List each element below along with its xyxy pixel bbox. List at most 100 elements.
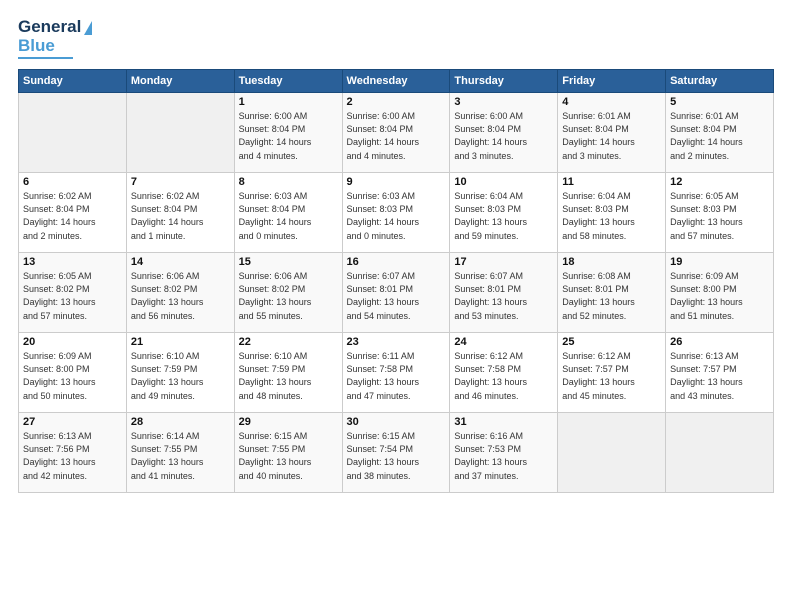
- day-number: 2: [347, 96, 446, 108]
- weekday-header-saturday: Saturday: [666, 70, 774, 93]
- day-info: Sunrise: 6:14 AM Sunset: 7:55 PM Dayligh…: [131, 430, 230, 482]
- day-info: Sunrise: 6:16 AM Sunset: 7:53 PM Dayligh…: [454, 430, 553, 482]
- day-number: 29: [239, 416, 338, 428]
- day-number: 15: [239, 256, 338, 268]
- day-number: 30: [347, 416, 446, 428]
- day-info: Sunrise: 6:02 AM Sunset: 8:04 PM Dayligh…: [131, 190, 230, 242]
- day-cell: 31Sunrise: 6:16 AM Sunset: 7:53 PM Dayli…: [450, 413, 558, 493]
- day-info: Sunrise: 6:00 AM Sunset: 8:04 PM Dayligh…: [239, 110, 338, 162]
- day-number: 23: [347, 336, 446, 348]
- day-info: Sunrise: 6:15 AM Sunset: 7:54 PM Dayligh…: [347, 430, 446, 482]
- day-number: 4: [562, 96, 661, 108]
- day-cell: 14 Sunrise: 6:06 AM Sunset: 8:02 PM Dayli…: [126, 253, 234, 333]
- day-info: Sunrise: 6:11 AM Sunset: 7:58 PM Dayligh…: [347, 350, 446, 402]
- day-cell: [666, 413, 774, 493]
- day-cell: 17 Sunrise: 6:07 AM Sunset: 8:01 PM Dayli…: [450, 253, 558, 333]
- day-cell: 2Sunrise: 6:00 AM Sunset: 8:04 PM Daylig…: [342, 93, 450, 173]
- day-number: 11: [562, 176, 661, 188]
- day-cell: 9 Sunrise: 6:03 AM Sunset: 8:03 PM Daylig…: [342, 173, 450, 253]
- day-cell: 16Sunrise: 6:07 AM Sunset: 8:01 PM Dayli…: [342, 253, 450, 333]
- weekday-header-friday: Friday: [558, 70, 666, 93]
- day-info: Sunrise: 6:04 AM Sunset: 8:03 PM Dayligh…: [562, 190, 661, 242]
- day-info: Sunrise: 6:08 AM Sunset: 8:01 PM Dayligh…: [562, 270, 661, 322]
- day-info: Sunrise: 6:07 AM Sunset: 8:01 PM Dayligh…: [454, 270, 553, 322]
- day-cell: 22Sunrise: 6:10 AM Sunset: 7:59 PM Dayli…: [234, 333, 342, 413]
- day-info: Sunrise: 6:15 AM Sunset: 7:55 PM Dayligh…: [239, 430, 338, 482]
- day-info: Sunrise: 6:03 AM Sunset: 8:04 PM Dayligh…: [239, 190, 338, 242]
- day-number: 19: [670, 256, 769, 268]
- day-info: Sunrise: 6:12 AM Sunset: 7:58 PM Dayligh…: [454, 350, 553, 402]
- day-cell: 25 Sunrise: 6:12 AM Sunset: 7:57 PM Dayli…: [558, 333, 666, 413]
- weekday-header-thursday: Thursday: [450, 70, 558, 93]
- day-number: 10: [454, 176, 553, 188]
- week-row-1: 1 Sunrise: 6:00 AM Sunset: 8:04 PM Daylig…: [19, 93, 774, 173]
- day-number: 16: [347, 256, 446, 268]
- day-number: 8: [239, 176, 338, 188]
- day-info: Sunrise: 6:09 AM Sunset: 8:00 PM Dayligh…: [670, 270, 769, 322]
- day-cell: 18 Sunrise: 6:08 AM Sunset: 8:01 PM Dayli…: [558, 253, 666, 333]
- day-cell: 4 Sunrise: 6:01 AM Sunset: 8:04 PM Daylig…: [558, 93, 666, 173]
- day-cell: [558, 413, 666, 493]
- day-number: 7: [131, 176, 230, 188]
- week-row-4: 20 Sunrise: 6:09 AM Sunset: 8:00 PM Dayli…: [19, 333, 774, 413]
- day-cell: 20 Sunrise: 6:09 AM Sunset: 8:00 PM Dayli…: [19, 333, 127, 413]
- day-cell: 27 Sunrise: 6:13 AM Sunset: 7:56 PM Dayli…: [19, 413, 127, 493]
- day-number: 22: [239, 336, 338, 348]
- logo-underline: [18, 57, 73, 59]
- day-number: 24: [454, 336, 553, 348]
- calendar-header: SundayMondayTuesdayWednesdayThursdayFrid…: [19, 70, 774, 93]
- weekday-header-monday: Monday: [126, 70, 234, 93]
- week-row-5: 27 Sunrise: 6:13 AM Sunset: 7:56 PM Dayli…: [19, 413, 774, 493]
- day-info: Sunrise: 6:13 AM Sunset: 7:56 PM Dayligh…: [23, 430, 122, 482]
- day-info: Sunrise: 6:01 AM Sunset: 8:04 PM Dayligh…: [670, 110, 769, 162]
- day-cell: [126, 93, 234, 173]
- day-info: Sunrise: 6:10 AM Sunset: 7:59 PM Dayligh…: [131, 350, 230, 402]
- day-number: 26: [670, 336, 769, 348]
- day-info: Sunrise: 6:04 AM Sunset: 8:03 PM Dayligh…: [454, 190, 553, 242]
- day-number: 18: [562, 256, 661, 268]
- week-row-2: 6 Sunrise: 6:02 AM Sunset: 8:04 PM Daylig…: [19, 173, 774, 253]
- day-number: 3: [454, 96, 553, 108]
- day-number: 25: [562, 336, 661, 348]
- day-info: Sunrise: 6:02 AM Sunset: 8:04 PM Dayligh…: [23, 190, 122, 242]
- day-cell: 19 Sunrise: 6:09 AM Sunset: 8:00 PM Dayli…: [666, 253, 774, 333]
- logo-blue: Blue: [18, 37, 55, 56]
- week-row-3: 13 Sunrise: 6:05 AM Sunset: 8:02 PM Dayli…: [19, 253, 774, 333]
- day-info: Sunrise: 6:12 AM Sunset: 7:57 PM Dayligh…: [562, 350, 661, 402]
- day-cell: 15Sunrise: 6:06 AM Sunset: 8:02 PM Dayli…: [234, 253, 342, 333]
- day-number: 5: [670, 96, 769, 108]
- day-number: 27: [23, 416, 122, 428]
- day-cell: 6 Sunrise: 6:02 AM Sunset: 8:04 PM Daylig…: [19, 173, 127, 253]
- day-info: Sunrise: 6:03 AM Sunset: 8:03 PM Dayligh…: [347, 190, 446, 242]
- day-number: 6: [23, 176, 122, 188]
- day-info: Sunrise: 6:01 AM Sunset: 8:04 PM Dayligh…: [562, 110, 661, 162]
- day-number: 13: [23, 256, 122, 268]
- day-number: 9: [347, 176, 446, 188]
- day-cell: 11 Sunrise: 6:04 AM Sunset: 8:03 PM Dayli…: [558, 173, 666, 253]
- day-cell: 28 Sunrise: 6:14 AM Sunset: 7:55 PM Dayli…: [126, 413, 234, 493]
- day-number: 1: [239, 96, 338, 108]
- logo-general: General: [18, 17, 81, 36]
- day-cell: 21Sunrise: 6:10 AM Sunset: 7:59 PM Dayli…: [126, 333, 234, 413]
- day-info: Sunrise: 6:05 AM Sunset: 8:03 PM Dayligh…: [670, 190, 769, 242]
- calendar-table: SundayMondayTuesdayWednesdayThursdayFrid…: [18, 69, 774, 493]
- day-number: 14: [131, 256, 230, 268]
- day-cell: 1 Sunrise: 6:00 AM Sunset: 8:04 PM Daylig…: [234, 93, 342, 173]
- day-number: 12: [670, 176, 769, 188]
- weekday-header-tuesday: Tuesday: [234, 70, 342, 93]
- day-info: Sunrise: 6:06 AM Sunset: 8:02 PM Dayligh…: [131, 270, 230, 322]
- day-cell: 23 Sunrise: 6:11 AM Sunset: 7:58 PM Dayli…: [342, 333, 450, 413]
- day-info: Sunrise: 6:13 AM Sunset: 7:57 PM Dayligh…: [670, 350, 769, 402]
- day-number: 20: [23, 336, 122, 348]
- day-number: 17: [454, 256, 553, 268]
- day-info: Sunrise: 6:00 AM Sunset: 8:04 PM Dayligh…: [454, 110, 553, 162]
- calendar-body: 1 Sunrise: 6:00 AM Sunset: 8:04 PM Daylig…: [19, 93, 774, 493]
- day-info: Sunrise: 6:09 AM Sunset: 8:00 PM Dayligh…: [23, 350, 122, 402]
- day-cell: [19, 93, 127, 173]
- logo-triangle-icon: [84, 21, 92, 35]
- day-number: 28: [131, 416, 230, 428]
- day-info: Sunrise: 6:05 AM Sunset: 8:02 PM Dayligh…: [23, 270, 122, 322]
- day-cell: 13 Sunrise: 6:05 AM Sunset: 8:02 PM Dayli…: [19, 253, 127, 333]
- day-cell: 10 Sunrise: 6:04 AM Sunset: 8:03 PM Dayli…: [450, 173, 558, 253]
- day-cell: 7 Sunrise: 6:02 AM Sunset: 8:04 PM Daylig…: [126, 173, 234, 253]
